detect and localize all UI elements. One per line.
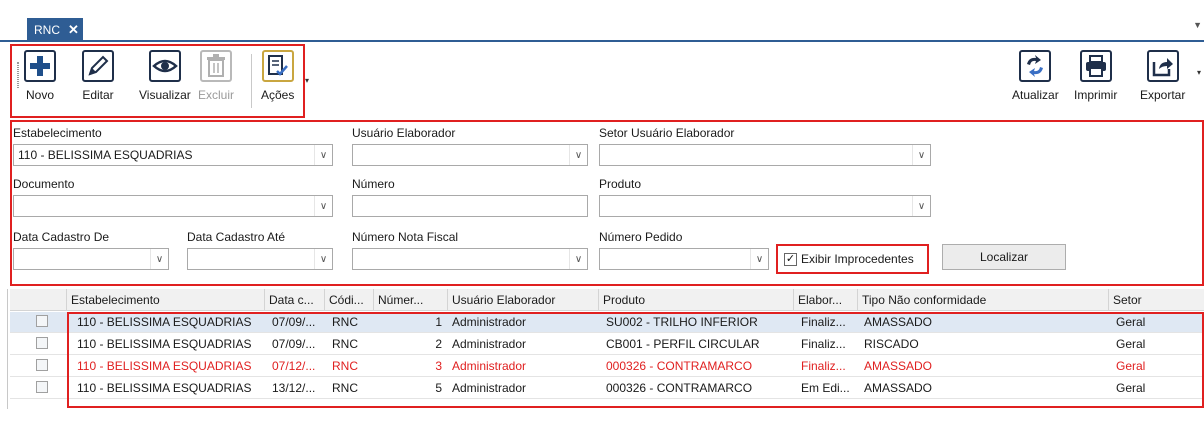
rows-highlight [67,312,1204,408]
chevron-down-icon[interactable]: ∨ [750,249,768,269]
tab-label: RNC [34,23,60,37]
data-cadastro-de-select[interactable]: ∨ [13,248,169,270]
usuario-elaborador-label: Usuário Elaborador [352,126,456,140]
grid-left-border [7,289,8,409]
data-cadastro-ate-label: Data Cadastro Até [187,230,286,244]
header-elaboracao[interactable]: Elabor... [794,289,858,311]
numero-input[interactable] [352,195,588,217]
chevron-down-icon[interactable]: ∨ [912,145,930,165]
imprimir-button[interactable]: Imprimir [1074,50,1117,102]
row-checkbox[interactable] [32,312,52,333]
header-tipo-nao-conformidade[interactable]: Tipo Não conformidade [858,289,1109,311]
header-codigo[interactable]: Códi... [325,289,374,311]
atualizar-label: Atualizar [1012,88,1059,102]
header-numero[interactable]: Númer... [374,289,448,311]
row-checkbox[interactable] [32,356,52,377]
grid-header: Estabelecimento Data c... Códi... Númer.… [10,289,1204,311]
tab-menu-icon[interactable]: ▼ [1193,20,1202,30]
chevron-down-icon[interactable]: ∨ [569,249,587,269]
header-usuario-elaborador[interactable]: Usuário Elaborador [448,289,599,311]
header-estabelecimento[interactable]: Estabelecimento [67,289,265,311]
acoes-dropdown-icon[interactable]: ▾ [305,76,309,85]
row-checkbox[interactable] [32,334,52,355]
exibir-improcedentes-label: Exibir Improcedentes [801,252,914,266]
produto-label: Produto [599,177,642,191]
header-produto[interactable]: Produto [599,289,794,311]
exibir-improcedentes-checkbox[interactable]: ✓ Exibir Improcedentes [776,244,929,274]
export-icon [1146,50,1179,82]
chevron-down-icon[interactable]: ∨ [314,249,332,269]
estabelecimento-select[interactable]: 110 - BELISSIMA ESQUADRIAS ∨ [13,144,333,166]
numero-pedido-select[interactable]: ∨ [599,248,769,270]
checkmark-icon[interactable]: ✓ [784,252,797,266]
numero-nota-fiscal-label: Número Nota Fiscal [352,230,459,244]
localizar-button[interactable]: Localizar [942,244,1066,270]
data-cadastro-de-label: Data Cadastro De [13,230,110,244]
toolbar-group-highlight [10,44,305,118]
setor-usuario-select[interactable]: ∨ [599,144,931,166]
chevron-down-icon[interactable]: ∨ [314,145,332,165]
estabelecimento-value: 110 - BELISSIMA ESQUADRIAS [18,148,193,162]
exportar-dropdown-icon[interactable]: ▾ [1197,68,1201,77]
numero-label: Número [352,177,395,191]
header-data-cadastro[interactable]: Data c... [265,289,325,311]
setor-usuario-label: Setor Usuário Elaborador [599,126,735,140]
header-select [10,289,67,311]
numero-nota-fiscal-select[interactable]: ∨ [352,248,588,270]
chevron-down-icon[interactable]: ∨ [314,196,332,216]
tab-close-icon[interactable]: ✕ [68,22,79,38]
exportar-button[interactable]: Exportar [1140,50,1185,102]
data-cadastro-ate-select[interactable]: ∨ [187,248,333,270]
usuario-elaborador-select[interactable]: ∨ [352,144,588,166]
estabelecimento-label: Estabelecimento [13,126,102,140]
produto-select[interactable]: ∨ [599,195,931,217]
chevron-down-icon[interactable]: ∨ [150,249,168,269]
header-setor[interactable]: Setor [1109,289,1204,311]
numero-pedido-label: Número Pedido [599,230,683,244]
row-checkbox[interactable] [32,378,52,399]
atualizar-button[interactable]: Atualizar [1012,50,1059,102]
tab-strip: RNC ✕ ▼ [0,0,1204,42]
imprimir-label: Imprimir [1074,88,1118,102]
documento-label: Documento [13,177,75,191]
chevron-down-icon[interactable]: ∨ [912,196,930,216]
refresh-icon [1019,50,1052,82]
tab-rnc[interactable]: RNC ✕ [27,18,83,42]
exportar-label: Exportar [1140,88,1186,102]
chevron-down-icon[interactable]: ∨ [569,145,587,165]
printer-icon [1079,50,1112,82]
documento-select[interactable]: ∨ [13,195,333,217]
